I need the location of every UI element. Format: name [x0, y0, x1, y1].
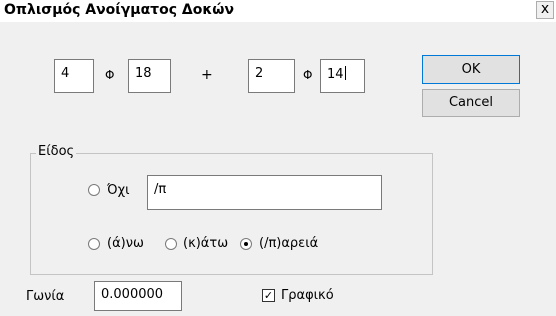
type-group-legend: Είδος — [36, 144, 77, 159]
none-label: Όχι — [107, 183, 130, 198]
window-title: Οπλισμός Ανοίγματος Δοκών — [4, 2, 235, 18]
up-radio[interactable] — [88, 238, 100, 250]
radio-selected-dot — [244, 242, 248, 246]
title-bar: Οπλισμός Ανοίγματος Δοκών x — [0, 0, 556, 22]
none-radio[interactable] — [88, 184, 100, 196]
ok-button[interactable]: OK — [422, 55, 520, 84]
graphic-label: Γραφικό — [281, 288, 334, 303]
both-radio[interactable] — [240, 238, 252, 250]
angle-label: Γωνία — [26, 289, 65, 304]
both-label: (/π)αρειά — [259, 236, 319, 251]
down-radio[interactable] — [165, 238, 177, 250]
phi-label-1: Φ — [105, 68, 115, 82]
up-label: (ά)νω — [107, 236, 144, 251]
text-caret — [344, 66, 346, 80]
cancel-button[interactable]: Cancel — [422, 89, 520, 117]
down-label: (κ)άτω — [183, 236, 229, 251]
type-groupbox — [30, 153, 433, 275]
check-icon: ✓ — [263, 289, 274, 302]
bar-count-2-field[interactable]: 2 — [248, 59, 295, 93]
angle-field[interactable]: 0.000000 — [94, 281, 182, 311]
bar-diameter-1-field[interactable]: 18 — [128, 59, 171, 93]
graphic-checkbox[interactable]: ✓ — [262, 289, 275, 302]
close-icon[interactable]: x — [536, 1, 554, 19]
plus-sign: + — [201, 67, 213, 83]
phi-label-2: Φ — [303, 68, 313, 82]
bar-diameter-2-field[interactable]: 14 — [320, 59, 365, 93]
bar-count-1-field[interactable]: 4 — [54, 59, 94, 93]
none-value-field[interactable]: /π — [147, 175, 382, 210]
